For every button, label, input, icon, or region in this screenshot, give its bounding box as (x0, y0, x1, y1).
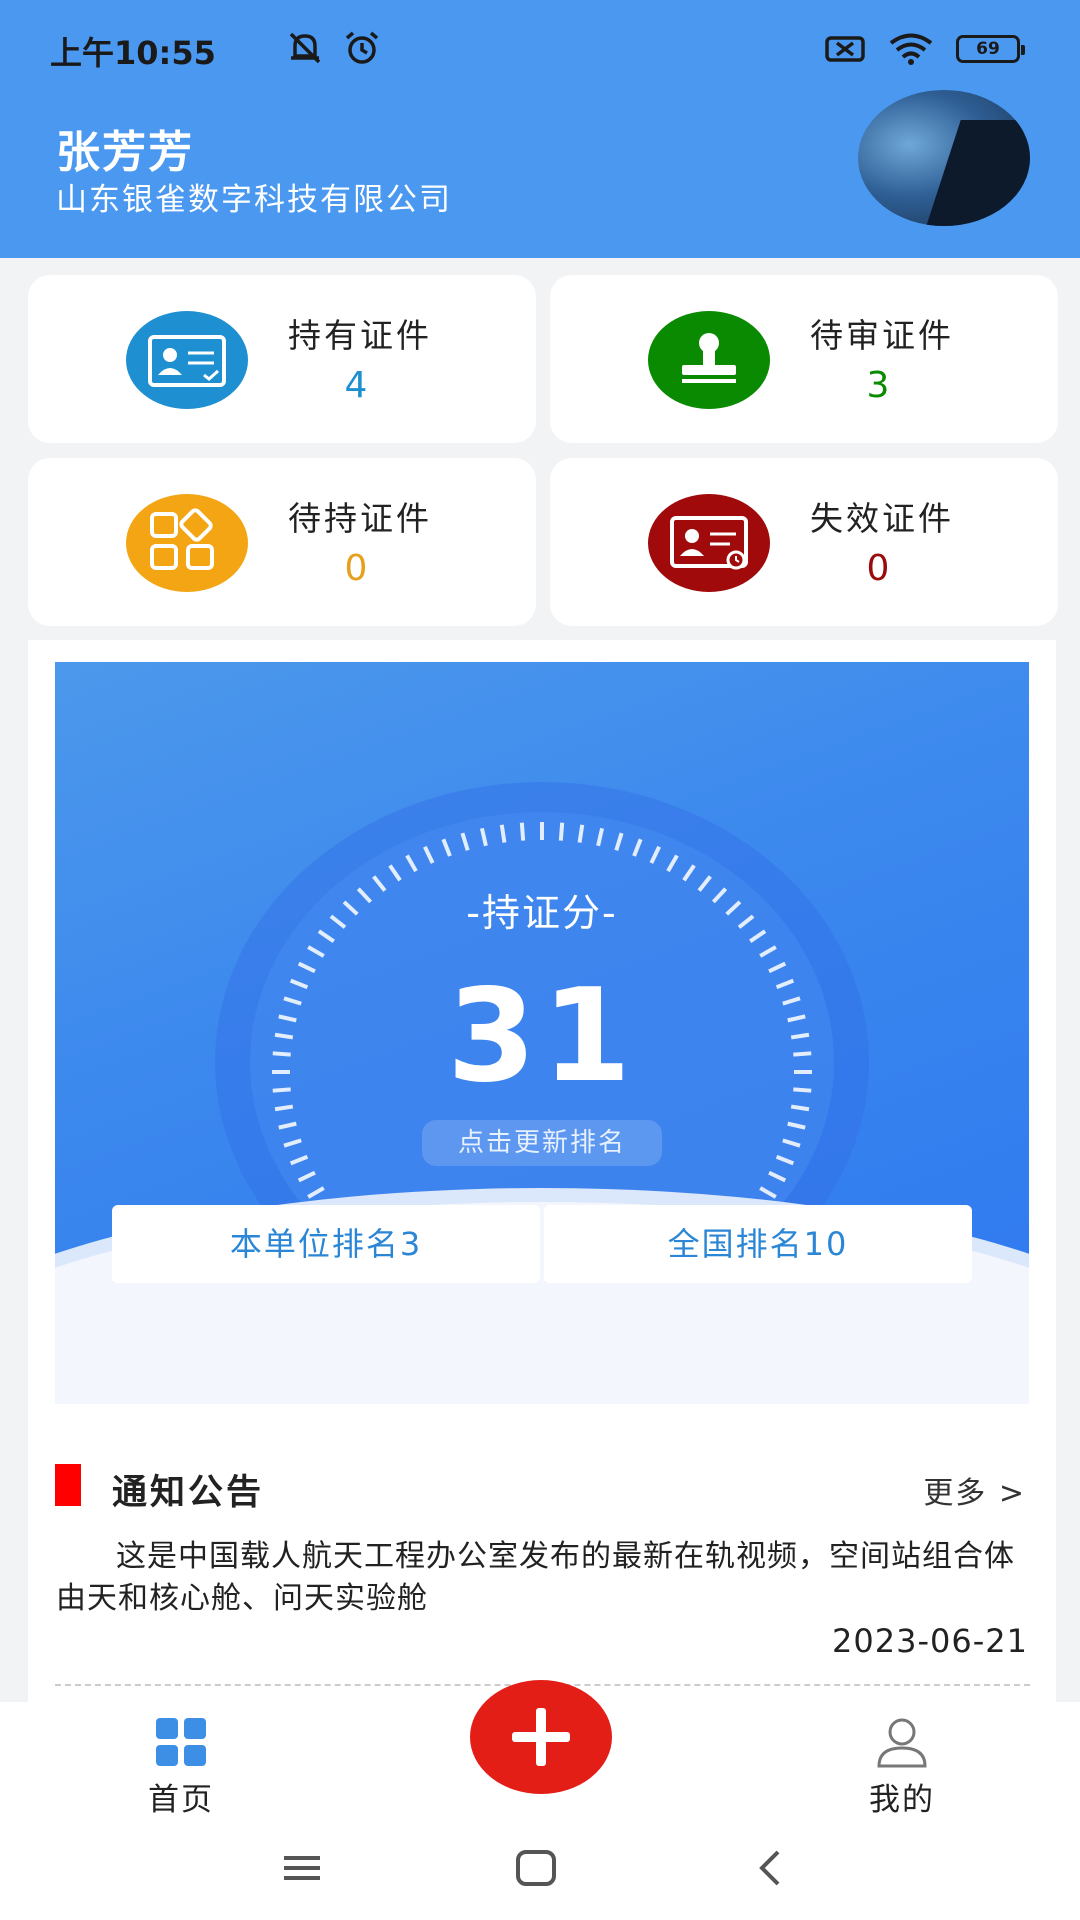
gauge-tick (782, 1138, 801, 1148)
notice-marker (55, 1464, 81, 1506)
gauge-tick (307, 945, 325, 958)
card-expired[interactable]: 失效证件 0 (550, 458, 1058, 626)
gauge-tick (479, 827, 488, 847)
gauge-tick (596, 827, 605, 847)
apps-icon (126, 494, 248, 592)
card-pending-review[interactable]: 待审证件 3 (550, 275, 1058, 443)
back-icon[interactable] (740, 1838, 800, 1898)
menu-icon[interactable] (272, 1838, 332, 1898)
status-time: 上午10:55 (50, 34, 216, 72)
card-count: 0 (866, 548, 890, 589)
gauge-tick (577, 824, 585, 843)
gauge-tick (558, 822, 565, 841)
card-held-certificates[interactable]: 持有证件 4 (28, 275, 536, 443)
header: 上午10:55 69 张芳芳 山东银雀数字科技有限公司 (0, 0, 1080, 258)
gauge-tick (768, 1170, 787, 1183)
no-sim-icon (825, 36, 865, 62)
gauge-tick (775, 1154, 795, 1166)
gauge-tick (441, 838, 452, 857)
card-title: 持有证件 (288, 316, 432, 355)
gauge-tick (682, 864, 696, 882)
gauge-tick (614, 832, 624, 851)
card-title: 待持证件 (288, 499, 432, 538)
notice-title: 通知公告 (112, 1473, 265, 1513)
card-count: 4 (344, 365, 368, 406)
user-name: 张芳芳 (56, 127, 194, 178)
home-grid-icon (156, 1718, 206, 1766)
nav-mine[interactable]: 我的 (822, 1716, 982, 1819)
id-card-icon (126, 311, 248, 409)
home-square-icon[interactable] (506, 1838, 566, 1898)
card-count: 0 (344, 548, 368, 589)
card-title: 失效证件 (810, 499, 954, 538)
status-icons-left (285, 30, 381, 66)
gauge-tick (405, 854, 418, 873)
unit-rank-button[interactable]: 本单位排名3 (112, 1205, 540, 1283)
gauge-tick (297, 1170, 316, 1183)
gauge-tick (278, 1121, 297, 1130)
gauge-tick (649, 845, 661, 864)
gauge-tick (283, 1138, 302, 1148)
nav-home-label: 首页 (148, 1782, 214, 1818)
user-icon (877, 1718, 927, 1768)
card-count: 3 (866, 365, 890, 406)
gauge-tick (423, 845, 435, 864)
refresh-ranking-button[interactable]: 点击更新排名 (422, 1120, 662, 1166)
nav-home[interactable]: 首页 (101, 1716, 261, 1819)
stamp-icon (648, 311, 770, 409)
gauge-tick (759, 1186, 777, 1199)
avatar-building-image (915, 120, 1030, 226)
avatar[interactable] (858, 90, 1030, 226)
score-label: -持证分- (466, 891, 618, 935)
notice-more-link[interactable]: 更多 > (923, 1468, 1026, 1512)
expired-card-icon (648, 494, 770, 592)
card-title: 待审证件 (810, 316, 954, 355)
gauge-tick (666, 854, 679, 873)
add-button[interactable] (470, 1680, 612, 1794)
national-rank-button[interactable]: 全国排名10 (544, 1205, 972, 1283)
score-background: -持证分- 31 点击更新排名 本单位排名3 全国排名10 (55, 662, 1029, 1404)
mute-notification-icon (289, 32, 321, 64)
notice-section: 通知公告 更多 > 这是中国载人航天工程办公室发布的最新在轨视频，空间站组合体由… (28, 1426, 1056, 1706)
status-icons-right: 69 (824, 32, 1025, 66)
card-to-hold[interactable]: 待持证件 0 (28, 458, 536, 626)
wifi-icon (889, 33, 933, 65)
gauge-tick (787, 1121, 806, 1130)
gauge-tick (632, 838, 643, 857)
gauge-tick (307, 1186, 325, 1199)
status-bar: 上午10:55 69 (0, 0, 1080, 100)
gauge-tick (289, 1154, 309, 1166)
company-name: 山东银雀数字科技有限公司 (56, 182, 452, 218)
notice-item-text[interactable]: 这是中国载人航天工程办公室发布的最新在轨视频，空间站组合体由天和核心舱、问天实验… (56, 1536, 1031, 1620)
gauge-tick (388, 864, 402, 882)
gauge-tick (499, 824, 507, 843)
gauge-tick (759, 945, 777, 958)
notice-item-date: 2023-06-21 (832, 1622, 1028, 1660)
gauge-tick (460, 832, 470, 851)
alarm-icon (345, 31, 379, 64)
nav-mine-label: 我的 (869, 1782, 935, 1818)
battery-indicator: 69 (956, 35, 1025, 63)
score-panel: -持证分- 31 点击更新排名 本单位排名3 全国排名10 (28, 640, 1056, 1430)
gauge-tick (519, 822, 526, 841)
score-value: 31 (446, 962, 638, 1111)
